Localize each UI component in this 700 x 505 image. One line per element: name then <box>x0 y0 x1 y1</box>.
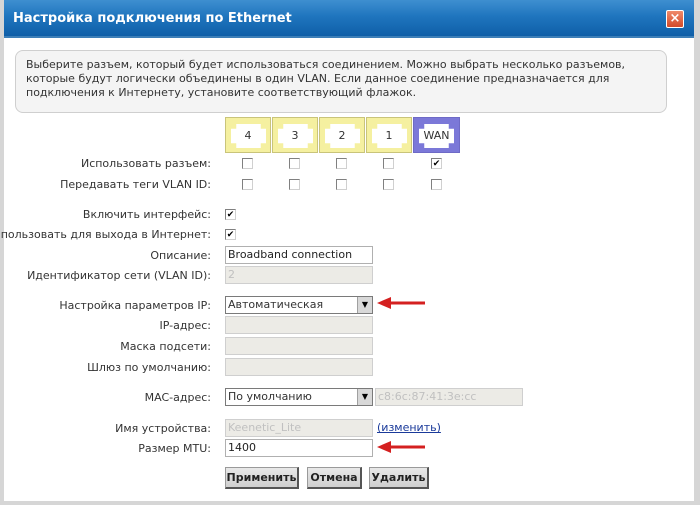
vlan-tag-port-1-checkbox[interactable] <box>383 179 394 190</box>
chevron-down-icon[interactable]: ▼ <box>357 297 372 313</box>
port-wan: WAN <box>413 117 460 153</box>
vlan-tag-port-wan-checkbox[interactable] <box>431 179 442 190</box>
cancel-button[interactable]: Отмена <box>307 467 362 489</box>
close-icon: × <box>669 11 681 26</box>
port-label: 3 <box>291 129 299 142</box>
delete-button[interactable]: Удалить <box>369 467 429 489</box>
port-panel: 4 3 2 1 WAN <box>225 117 461 153</box>
port-label: 2 <box>338 129 346 142</box>
vlan-id-input[interactable]: 2 <box>225 266 373 284</box>
use-port-4-checkbox[interactable] <box>242 158 253 169</box>
use-port-label: Использовать разъем: <box>80 157 211 170</box>
use-for-internet-label: Использовать для выхода в Интернет: <box>0 228 211 241</box>
dialog-titlebar: Настройка подключения по Ethernet × <box>4 0 694 38</box>
description-input[interactable]: Broadband connection <box>225 246 373 264</box>
vlan-tag-label: Передавать теги VLAN ID: <box>60 178 211 191</box>
red-arrow-annotation <box>377 297 425 309</box>
mac-address-label: MAC-адрес: <box>144 391 211 404</box>
port-4: 4 <box>225 117 271 153</box>
ip-settings-select[interactable]: Автоматическая ▼ <box>225 296 373 314</box>
mtu-input[interactable]: 1400 <box>225 439 373 457</box>
mac-address-mode: По умолчанию <box>228 390 312 403</box>
use-for-internet-checkbox[interactable] <box>225 229 236 240</box>
port-1: 1 <box>366 117 412 153</box>
use-port-wan-checkbox[interactable] <box>431 158 442 169</box>
apply-button[interactable]: Применить <box>225 467 299 489</box>
use-port-2-checkbox[interactable] <box>336 158 347 169</box>
subnet-mask-label: Маска подсети: <box>120 340 211 353</box>
vlan-tag-port-3-checkbox[interactable] <box>289 179 300 190</box>
ip-settings-label: Настройка параметров IP: <box>59 299 211 312</box>
info-box: Выберите разъем, который будет использов… <box>15 50 667 113</box>
subnet-mask-input[interactable] <box>225 337 373 355</box>
port-label: 1 <box>385 129 393 142</box>
change-device-name-link[interactable]: (изменить) <box>377 421 441 434</box>
description-label: Описание: <box>150 249 211 262</box>
chevron-down-icon[interactable]: ▼ <box>357 389 372 405</box>
port-label: WAN <box>423 129 450 142</box>
ip-address-label: IP-адрес: <box>159 319 211 332</box>
port-2: 2 <box>319 117 365 153</box>
port-3: 3 <box>272 117 318 153</box>
port-label: 4 <box>244 129 252 142</box>
ip-settings-value: Автоматическая <box>228 298 324 311</box>
mac-address-select[interactable]: По умолчанию ▼ <box>225 388 373 406</box>
ip-address-input[interactable] <box>225 316 373 334</box>
enable-interface-label: Включить интерфейс: <box>82 208 211 221</box>
vlan-tag-port-4-checkbox[interactable] <box>242 179 253 190</box>
red-arrow-annotation <box>377 441 425 453</box>
vlan-id-label: Идентификатор сети (VLAN ID): <box>27 269 211 282</box>
device-name-input[interactable]: Keenetic_Lite <box>225 419 373 437</box>
enable-interface-checkbox[interactable] <box>225 209 236 220</box>
use-port-1-checkbox[interactable] <box>383 158 394 169</box>
vlan-tag-port-2-checkbox[interactable] <box>336 179 347 190</box>
close-button[interactable]: × <box>666 10 684 28</box>
device-name-label: Имя устройства: <box>115 422 211 435</box>
ethernet-connection-dialog: Настройка подключения по Ethernet × Выбе… <box>0 0 700 505</box>
dialog-title: Настройка подключения по Ethernet <box>13 11 292 26</box>
mtu-label: Размер MTU: <box>138 442 211 455</box>
mac-address-input[interactable]: c8:6c:87:41:3e:cc <box>375 388 523 406</box>
gateway-input[interactable] <box>225 358 373 376</box>
use-port-3-checkbox[interactable] <box>289 158 300 169</box>
gateway-label: Шлюз по умолчанию: <box>87 361 211 374</box>
